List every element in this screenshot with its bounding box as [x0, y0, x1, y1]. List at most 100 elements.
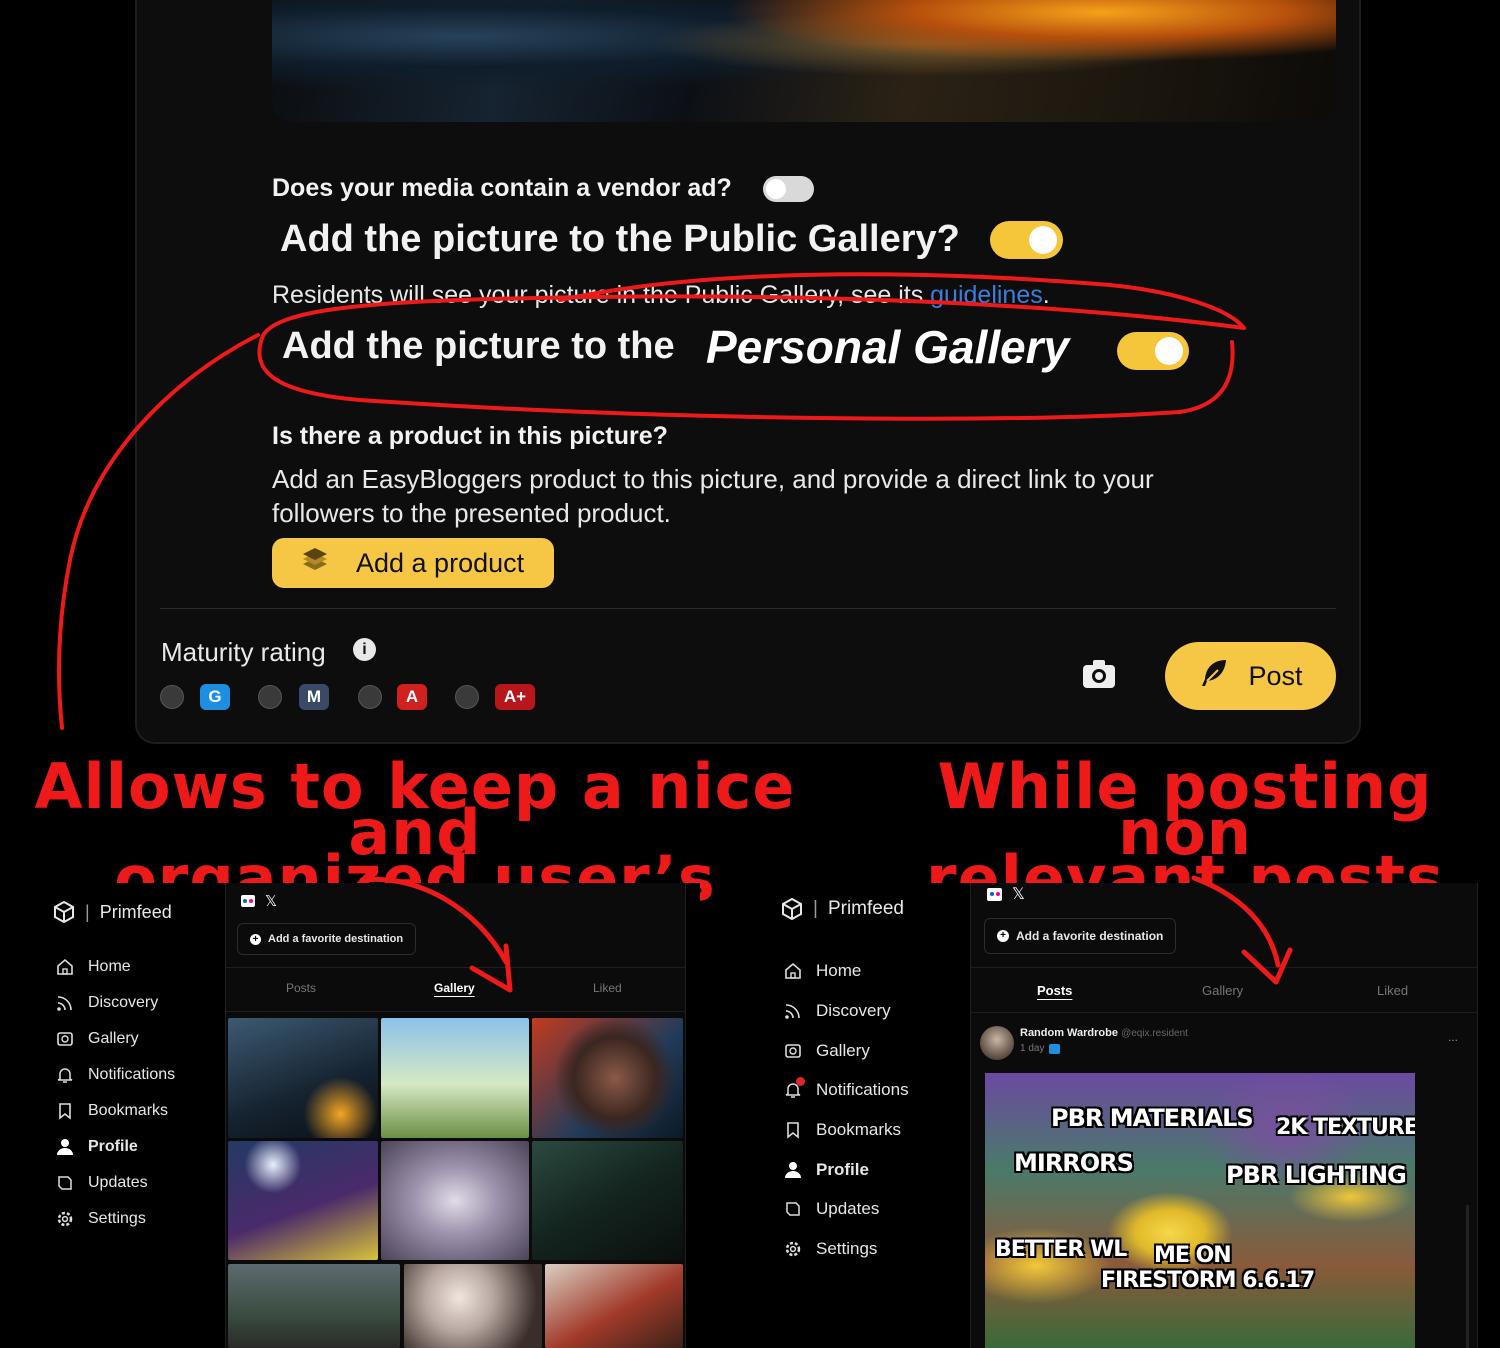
post-time: 1 day: [1020, 1043, 1061, 1054]
divider: [226, 1011, 685, 1012]
cube-logo-icon: [54, 901, 74, 923]
gallery-thumbnail[interactable]: [532, 1018, 683, 1138]
rating-radio-aplus[interactable]: [455, 685, 479, 709]
cube-logo-icon: [782, 898, 802, 920]
gallery-thumbnail[interactable]: [228, 1018, 378, 1138]
bell-icon: [57, 1068, 73, 1083]
product-question: Is there a product in this picture?: [272, 422, 668, 450]
tab-posts[interactable]: Posts: [1037, 983, 1072, 998]
nav-notifications[interactable]: Notifications: [56, 1066, 175, 1084]
rating-badge-g: G: [200, 684, 230, 710]
vendor-ad-toggle[interactable]: [763, 176, 814, 202]
rss-icon: [57, 996, 72, 1011]
rss-icon: [785, 1004, 800, 1019]
caption-right: While posting non relevant posts: [926, 750, 1444, 915]
rating-badge-g: [1049, 1043, 1061, 1054]
feather-icon: [1198, 657, 1230, 696]
divider: [160, 608, 1336, 609]
tab-posts[interactable]: Posts: [286, 981, 316, 995]
tab-liked[interactable]: Liked: [593, 981, 622, 995]
social-links: 𝕏: [241, 892, 277, 910]
post-label: Post: [1248, 660, 1303, 691]
personal-gallery-toggle[interactable]: [1117, 332, 1189, 370]
product-description: Add an EasyBloggers product to this pict…: [272, 464, 1154, 528]
brand-name: Primfeed: [99, 901, 172, 922]
public-gallery-question: Add the picture to the Public Gallery?: [280, 218, 960, 260]
nav-bookmarks[interactable]: Bookmarks: [56, 1102, 168, 1120]
divider: [971, 967, 1477, 968]
bookmark-icon: [787, 1122, 799, 1139]
gallery-thumbnail[interactable]: [532, 1141, 683, 1260]
gallery-thumbnail[interactable]: [381, 1018, 529, 1138]
nav-settings[interactable]: Settings: [784, 1239, 877, 1259]
plus-circle-icon: +: [250, 933, 261, 945]
vendor-ad-question: Does your media contain a vendor ad?: [272, 174, 732, 202]
home-icon: [785, 962, 801, 979]
gallery-thumbnail[interactable]: [228, 1264, 400, 1348]
nav-home[interactable]: Home: [56, 958, 131, 976]
nav-home[interactable]: Home: [784, 961, 861, 981]
add-favorite-button[interactable]: + Add a favorite destination: [237, 923, 417, 955]
updates-icon: [58, 1176, 72, 1190]
user-icon: [57, 1139, 73, 1155]
guidelines-link[interactable]: guidelines: [930, 281, 1043, 309]
nav-discovery[interactable]: Discovery: [784, 1001, 891, 1021]
nav-gallery[interactable]: Gallery: [784, 1041, 870, 1061]
add-favorite-button[interactable]: + Add a favorite destination: [984, 918, 1177, 954]
rating-radio-m[interactable]: [258, 685, 282, 709]
gear-icon: [57, 1211, 73, 1227]
brand[interactable]: | Primfeed: [781, 898, 904, 920]
nav-updates[interactable]: Updates: [784, 1199, 879, 1219]
nav-updates[interactable]: Updates: [56, 1174, 148, 1192]
rating-badge-m: M: [299, 684, 329, 710]
divider: [971, 1012, 1477, 1013]
gallery-thumbnail[interactable]: [381, 1141, 529, 1260]
nav-bookmarks[interactable]: Bookmarks: [784, 1120, 901, 1140]
notification-dot: [796, 1077, 805, 1086]
camera-icon[interactable]: [1082, 659, 1116, 694]
brand[interactable]: | Primfeed: [53, 901, 172, 923]
x-icon[interactable]: 𝕏: [265, 892, 277, 910]
flickr-icon[interactable]: [987, 887, 1002, 901]
bookmark-icon: [59, 1103, 71, 1120]
rating-badge-a: A: [397, 684, 427, 710]
add-product-button[interactable]: Add a product: [272, 538, 554, 588]
post-image-meme[interactable]: PBR MATERIALS 2K TEXTURES MIRRORS PBR LI…: [985, 1073, 1415, 1348]
rating-radio-a[interactable]: [358, 685, 382, 709]
add-product-label: Add a product: [356, 547, 525, 578]
gallery-thumbnail[interactable]: [545, 1264, 683, 1348]
nav-discovery[interactable]: Discovery: [56, 994, 158, 1012]
tab-liked[interactable]: Liked: [1377, 983, 1408, 998]
home-icon: [57, 958, 73, 975]
post-author[interactable]: Random Wardrobe @eqix.resident: [1020, 1027, 1188, 1039]
user-icon: [785, 1162, 801, 1178]
flickr-icon[interactable]: [241, 895, 255, 907]
nav-notifications[interactable]: Notifications: [784, 1077, 909, 1100]
gallery-thumbnail[interactable]: [228, 1141, 378, 1260]
tab-gallery[interactable]: Gallery: [1202, 983, 1243, 998]
nav-profile[interactable]: Profile: [56, 1138, 138, 1156]
divider: [226, 967, 685, 968]
info-icon[interactable]: i: [353, 638, 376, 661]
uploaded-image-preview: [272, 0, 1336, 122]
public-gallery-toggle[interactable]: [990, 221, 1063, 259]
scrollbar[interactable]: [1466, 1205, 1469, 1348]
gear-icon: [785, 1241, 801, 1257]
gallery-icon: [785, 1044, 801, 1058]
product-stack-icon: [300, 546, 330, 581]
post-button[interactable]: Post: [1165, 642, 1336, 710]
social-links: 𝕏: [987, 884, 1025, 904]
nav-settings[interactable]: Settings: [56, 1210, 146, 1228]
public-gallery-note: Residents will see your picture in the P…: [272, 281, 1050, 309]
tab-gallery[interactable]: Gallery: [434, 981, 475, 995]
nav-gallery[interactable]: Gallery: [56, 1030, 139, 1048]
rating-radio-g[interactable]: [160, 685, 184, 709]
nav-profile[interactable]: Profile: [784, 1160, 869, 1180]
avatar[interactable]: [980, 1026, 1014, 1060]
updates-icon: [786, 1202, 800, 1216]
personal-gallery-question: Add the picture to the: [282, 325, 675, 367]
x-icon[interactable]: 𝕏: [1012, 884, 1025, 904]
gallery-thumbnail[interactable]: [404, 1264, 542, 1348]
post-menu-icon[interactable]: ...: [1448, 1030, 1458, 1044]
brand-name: Primfeed: [827, 898, 904, 919]
